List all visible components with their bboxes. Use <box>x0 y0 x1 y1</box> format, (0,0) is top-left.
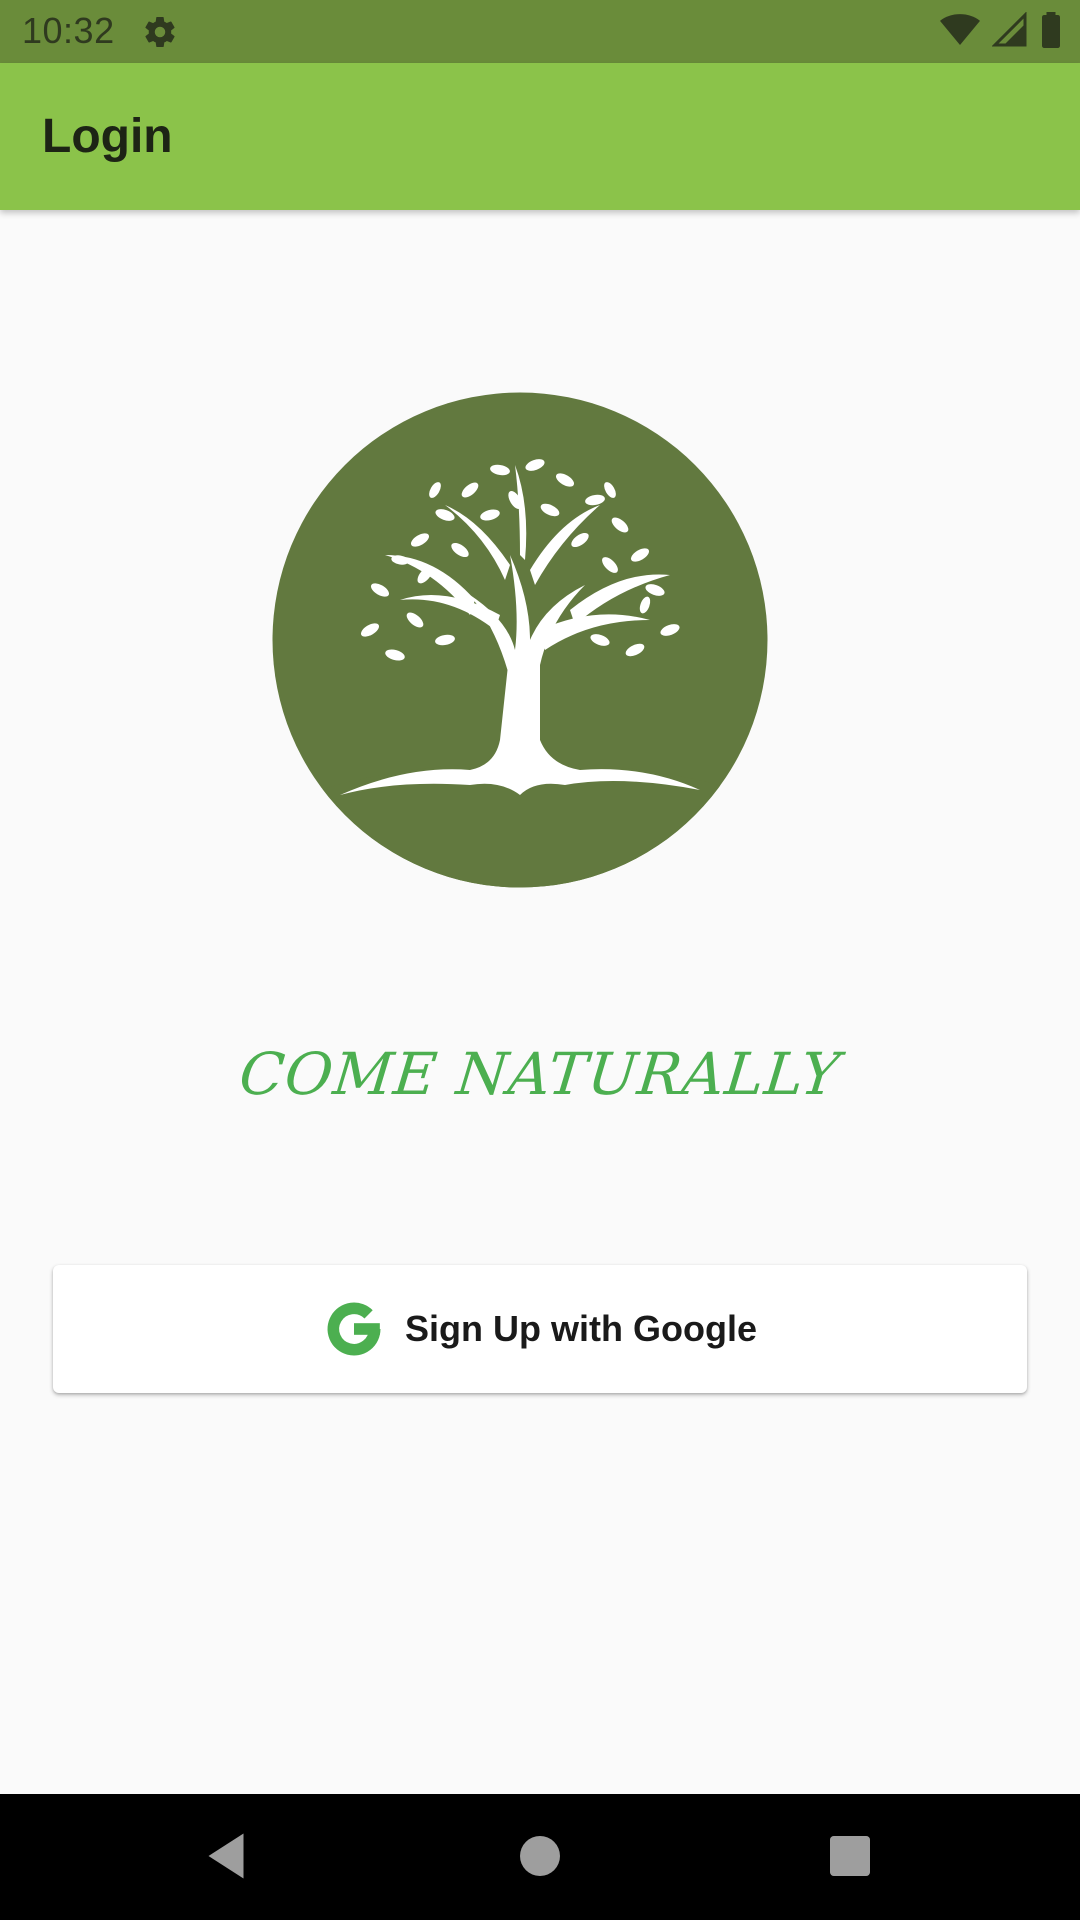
status-bar: 10:32 <box>0 0 1080 63</box>
google-g-icon <box>327 1302 381 1356</box>
tree-logo <box>272 392 768 888</box>
battery-icon <box>1042 12 1060 48</box>
sign-up-google-label: Sign Up with Google <box>405 1308 757 1349</box>
signal-icon <box>992 12 1027 47</box>
page-title: Login <box>42 110 173 163</box>
home-icon[interactable] <box>510 1826 570 1886</box>
wifi-icon <box>940 14 980 45</box>
status-time: 10:32 <box>22 10 115 51</box>
tagline: COME NATURALLY <box>236 1040 844 1108</box>
app-bar: Login <box>0 63 1080 210</box>
back-icon[interactable] <box>196 1826 256 1886</box>
sign-up-google-button[interactable]: Sign Up with Google <box>53 1265 1027 1393</box>
gear-icon <box>145 17 175 48</box>
recents-icon[interactable] <box>820 1826 880 1886</box>
navigation-bar <box>0 1794 1080 1920</box>
